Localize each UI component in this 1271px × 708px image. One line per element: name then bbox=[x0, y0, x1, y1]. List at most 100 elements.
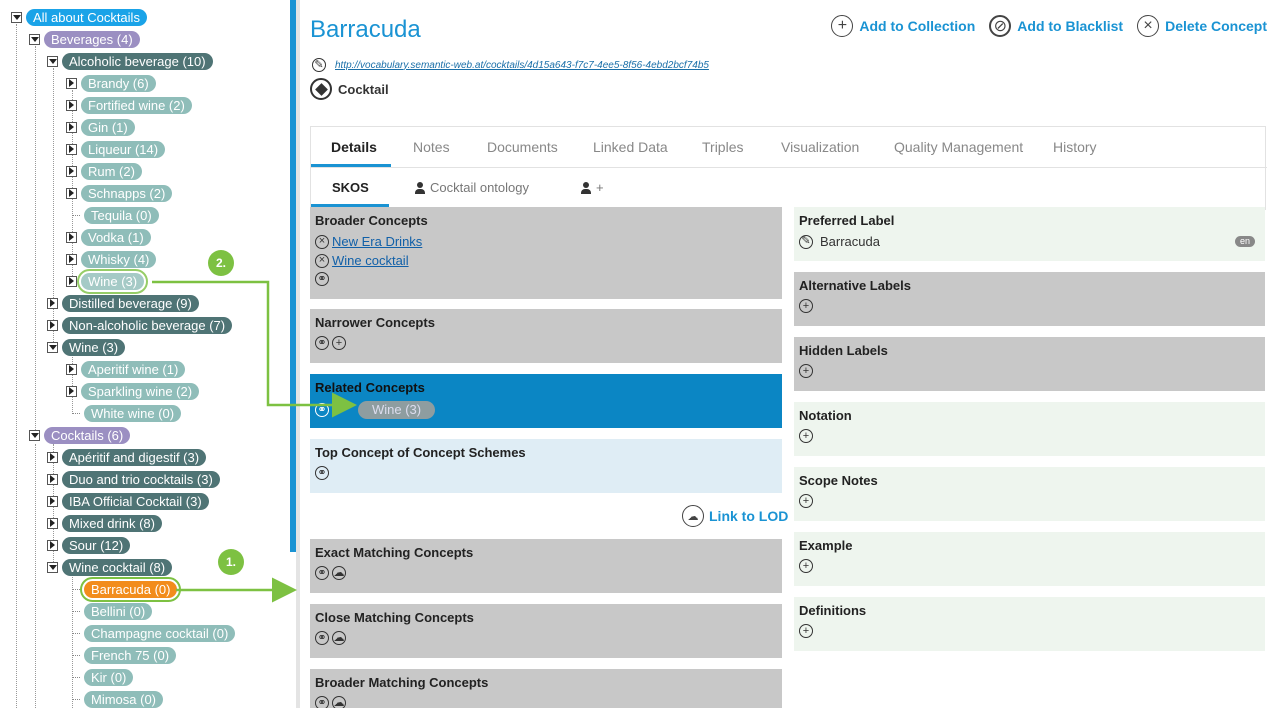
tab-history[interactable]: History bbox=[1053, 139, 1097, 155]
tree-node-aperitif-digestif[interactable]: Apéritif and digestif (3) bbox=[47, 448, 207, 466]
tree-node-wine-cocktail[interactable]: Wine cocktail (8) bbox=[47, 558, 173, 576]
remove-icon[interactable]: × bbox=[315, 234, 329, 249]
tree-node-sparkling[interactable]: Sparkling wine (2) bbox=[66, 382, 200, 400]
expand-icon[interactable] bbox=[47, 495, 58, 507]
lod-icon[interactable]: ☁ bbox=[332, 696, 346, 708]
tree-node-wine[interactable]: Wine (3) bbox=[47, 338, 126, 356]
expand-icon[interactable] bbox=[47, 451, 58, 463]
link-icon[interactable]: ⚭ bbox=[315, 566, 329, 580]
tree-node-mimosa[interactable]: Mimosa (0) bbox=[72, 690, 164, 708]
expand-icon[interactable] bbox=[47, 517, 58, 529]
tree-node-gin[interactable]: Gin (1) bbox=[66, 118, 135, 136]
tree-node-iba[interactable]: IBA Official Cocktail (3) bbox=[47, 492, 209, 510]
collapse-icon[interactable] bbox=[29, 429, 40, 441]
tree-node-brandy[interactable]: Brandy (6) bbox=[66, 74, 156, 92]
add-icon[interactable]: + bbox=[799, 494, 813, 508]
tree-node-barracuda[interactable]: Barracuda (0) bbox=[72, 576, 182, 602]
expand-icon[interactable] bbox=[66, 275, 77, 287]
add-icon[interactable]: + bbox=[799, 364, 813, 378]
add-icon[interactable]: + bbox=[799, 299, 813, 313]
expand-icon[interactable] bbox=[66, 143, 77, 155]
tree-node-whisky[interactable]: Whisky (4) bbox=[66, 250, 157, 268]
expand-icon[interactable] bbox=[66, 363, 77, 375]
collapse-icon[interactable] bbox=[47, 55, 58, 67]
tree-node-vodka[interactable]: Vodka (1) bbox=[66, 228, 151, 246]
definitions-panel: Definitions + bbox=[794, 597, 1265, 651]
tab-quality-management[interactable]: Quality Management bbox=[894, 139, 1023, 155]
link-icon[interactable]: ⚭ bbox=[315, 631, 329, 645]
link-icon[interactable]: ⚭ bbox=[315, 403, 329, 417]
tree-node-alcoholic[interactable]: Alcoholic beverage (10) bbox=[47, 52, 213, 70]
delete-concept-button[interactable]: × Delete Concept bbox=[1137, 15, 1267, 37]
collapse-icon[interactable] bbox=[11, 11, 22, 23]
add-to-blacklist-button[interactable]: ⊘ Add to Blacklist bbox=[989, 15, 1123, 37]
tree-node-beverages[interactable]: Beverages (4) bbox=[29, 30, 140, 48]
collapse-icon[interactable] bbox=[47, 341, 58, 353]
tab-notes[interactable]: Notes bbox=[413, 139, 450, 155]
dragged-concept-wine[interactable]: Wine (3) bbox=[358, 401, 436, 419]
tree-node-sour[interactable]: Sour (12) bbox=[47, 536, 131, 554]
subtab-cocktail-ontology[interactable]: Cocktail ontology bbox=[415, 180, 529, 195]
tab-details[interactable]: Details bbox=[331, 139, 377, 155]
expand-icon[interactable] bbox=[47, 297, 58, 309]
add-icon[interactable]: + bbox=[799, 429, 813, 443]
collapse-icon[interactable] bbox=[29, 33, 40, 45]
language-badge: en bbox=[1234, 236, 1255, 247]
tree-node-aperitif-wine[interactable]: Aperitif wine (1) bbox=[66, 360, 186, 378]
tree-node-root[interactable]: All about Cocktails bbox=[11, 8, 147, 26]
tree-node-mixed[interactable]: Mixed drink (8) bbox=[47, 514, 162, 532]
tree-node-rum[interactable]: Rum (2) bbox=[66, 162, 142, 180]
tab-visualization[interactable]: Visualization bbox=[781, 139, 859, 155]
expand-icon[interactable] bbox=[47, 473, 58, 485]
tab-linked-data[interactable]: Linked Data bbox=[593, 139, 668, 155]
broader-link-new-era-drinks[interactable]: New Era Drinks bbox=[332, 234, 422, 249]
broader-link-wine-cocktail[interactable]: Wine cocktail bbox=[332, 253, 409, 268]
tree-node-nonalcoholic[interactable]: Non-alcoholic beverage (7) bbox=[47, 316, 233, 334]
broader-item: × New Era Drinks bbox=[315, 234, 777, 249]
collapse-icon[interactable] bbox=[47, 561, 58, 573]
tree-node-cocktails[interactable]: Cocktails (6) bbox=[29, 426, 131, 444]
expand-icon[interactable] bbox=[66, 385, 77, 397]
tab-documents[interactable]: Documents bbox=[487, 139, 558, 155]
link-icon[interactable]: ⚭ bbox=[315, 336, 329, 350]
concept-uri[interactable]: http://vocabulary.semantic-web.at/cockta… bbox=[335, 60, 709, 71]
expand-icon[interactable] bbox=[66, 231, 77, 243]
tree-node-bellini[interactable]: Bellini (0) bbox=[72, 602, 153, 620]
tree-node-liqueur[interactable]: Liqueur (14) bbox=[66, 140, 166, 158]
tree-node-champagne[interactable]: Champagne cocktail (0) bbox=[72, 624, 236, 642]
add-to-collection-button[interactable]: + Add to Collection bbox=[831, 15, 975, 37]
expand-icon[interactable] bbox=[47, 319, 58, 331]
link-to-lod-button[interactable]: ☁ Link to LOD bbox=[682, 505, 788, 527]
edit-icon[interactable]: ✎ bbox=[312, 58, 326, 72]
expand-icon[interactable] bbox=[66, 121, 77, 133]
scope-notes-panel: Scope Notes + bbox=[794, 467, 1265, 521]
tab-triples[interactable]: Triples bbox=[702, 139, 744, 155]
remove-icon[interactable]: × bbox=[315, 253, 329, 268]
link-icon[interactable]: ⚭ bbox=[315, 696, 329, 708]
expand-icon[interactable] bbox=[47, 539, 58, 551]
tree-node-kir[interactable]: Kir (0) bbox=[72, 668, 134, 686]
add-icon[interactable]: + bbox=[799, 559, 813, 573]
link-icon[interactable]: ⚭ bbox=[315, 272, 329, 286]
link-icon[interactable]: ⚭ bbox=[315, 466, 329, 480]
add-icon[interactable]: + bbox=[799, 624, 813, 638]
tree-node-tequila[interactable]: Tequila (0) bbox=[72, 206, 159, 224]
edit-icon[interactable]: ✎ bbox=[799, 234, 813, 249]
lod-icon[interactable]: ☁ bbox=[332, 566, 346, 580]
expand-icon[interactable] bbox=[66, 77, 77, 89]
subtab-add-ontology[interactable]: + bbox=[581, 180, 604, 195]
expand-icon[interactable] bbox=[66, 187, 77, 199]
expand-icon[interactable] bbox=[66, 99, 77, 111]
expand-icon[interactable] bbox=[66, 165, 77, 177]
tree-node-duo-trio[interactable]: Duo and trio cocktails (3) bbox=[47, 470, 220, 488]
tree-node-white-wine[interactable]: White wine (0) bbox=[72, 404, 182, 422]
subtab-skos[interactable]: SKOS bbox=[332, 180, 369, 195]
lod-icon[interactable]: ☁ bbox=[332, 631, 346, 645]
tree-node-wine-sub[interactable]: Wine (3) bbox=[66, 268, 149, 294]
tree-node-schnapps[interactable]: Schnapps (2) bbox=[66, 184, 173, 202]
tree-node-fortified[interactable]: Fortified wine (2) bbox=[66, 96, 192, 114]
expand-icon[interactable] bbox=[66, 253, 77, 265]
tree-node-distilled[interactable]: Distilled beverage (9) bbox=[47, 294, 199, 312]
tree-node-french75[interactable]: French 75 (0) bbox=[72, 646, 177, 664]
add-icon[interactable]: + bbox=[332, 336, 346, 350]
